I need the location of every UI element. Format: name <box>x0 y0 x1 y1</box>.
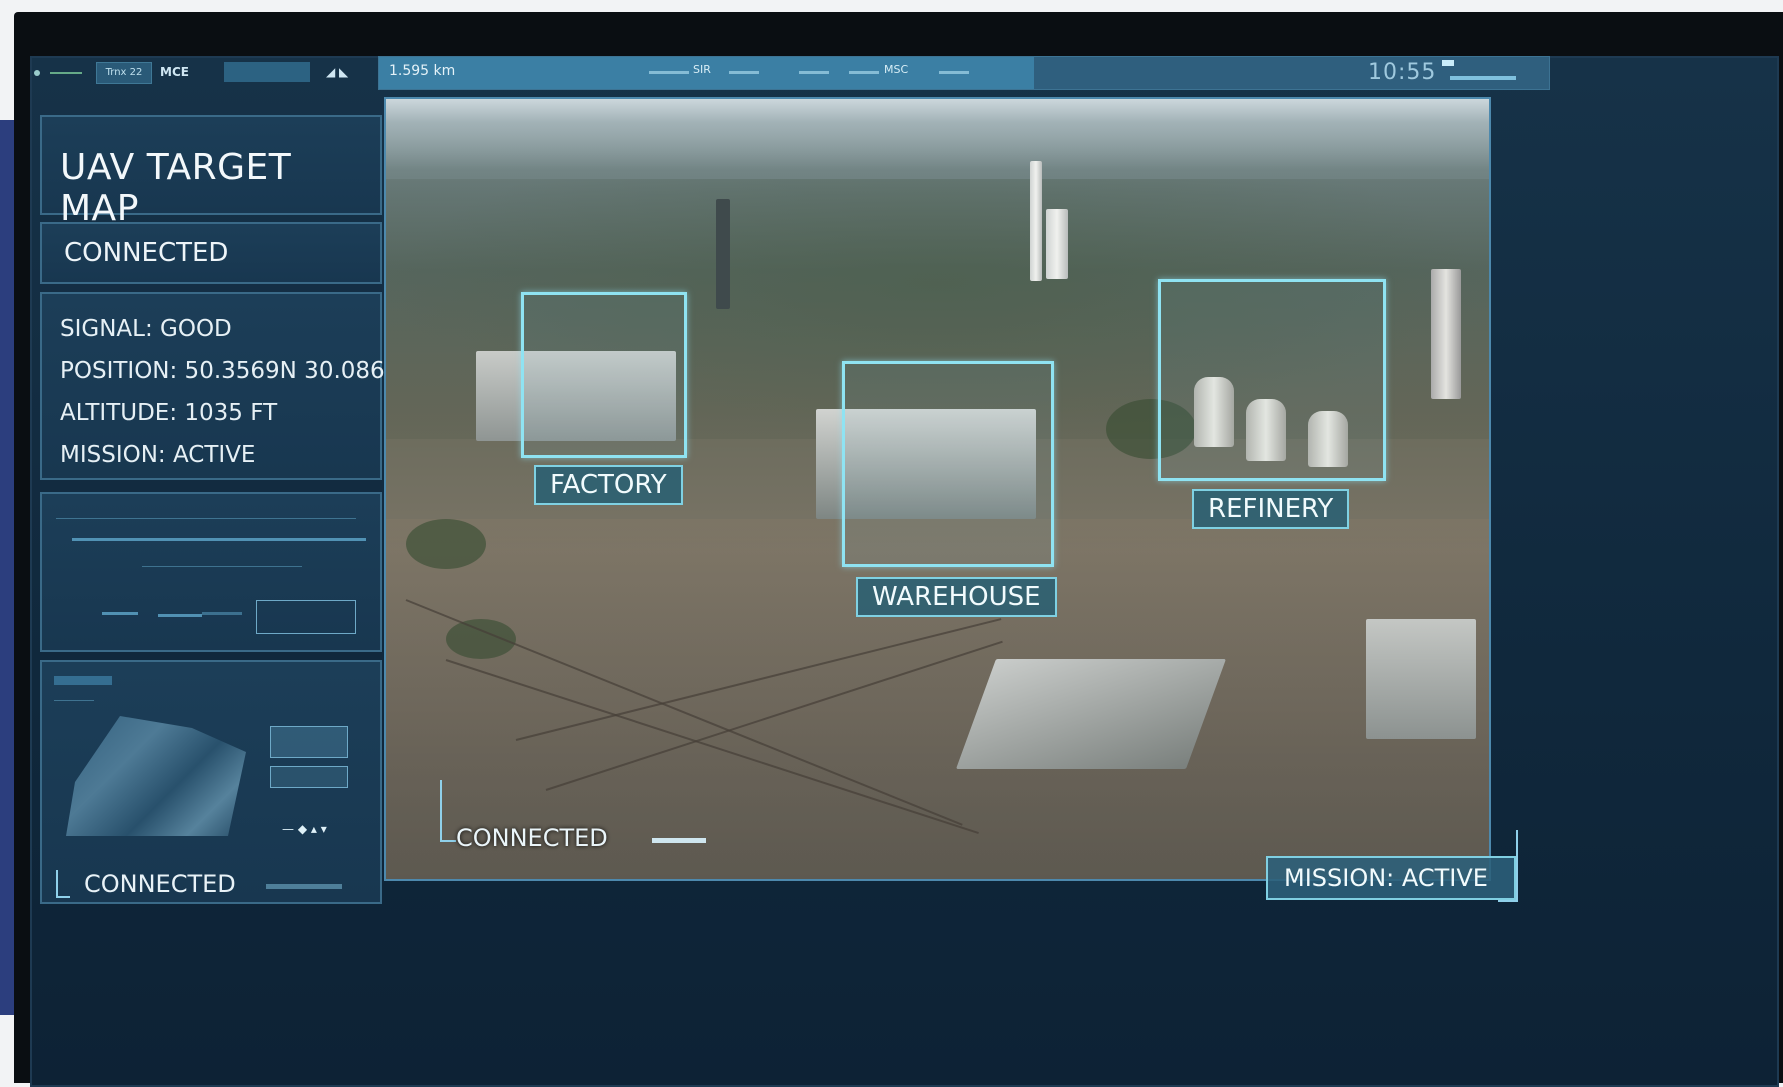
minimap-info-box[interactable] <box>270 766 348 788</box>
telemetry-panel: SIGNAL: GOOD POSITION: 50.3569N 30.0865E… <box>40 292 414 480</box>
terrain-minimap-panel: — ◆ ▴ ▾ <box>40 660 382 904</box>
clock: 10:55 <box>1368 60 1437 85</box>
mode-selector[interactable]: Trnx 22 <box>96 62 152 84</box>
sub-mode-button[interactable] <box>224 62 310 82</box>
signal-icon: ◢ ◣ <box>326 65 349 79</box>
battery-indicator <box>1442 60 1522 84</box>
signal-readout: SIGNAL: GOOD <box>60 316 232 342</box>
stack-tower <box>1431 269 1461 399</box>
target-label-factory[interactable]: FACTORY <box>534 465 683 505</box>
minimap-tool-icons[interactable]: — ◆ ▴ ▾ <box>282 822 327 836</box>
track-segment <box>939 71 969 74</box>
track-segment <box>649 71 689 74</box>
position-readout: POSITION: 50.3569N 30.0865E <box>60 358 414 384</box>
terrain-minimap[interactable] <box>66 716 246 836</box>
mission-readout: MISSION: ACTIVE <box>60 442 256 468</box>
page-title: UAV TARGET MAP <box>60 147 292 229</box>
battery-cap <box>1442 60 1454 66</box>
altitude-readout: ALTITUDE: 1035 FT <box>60 400 278 426</box>
distance-readout: 1.595 km <box>389 63 456 79</box>
segment-b-label: MSC <box>884 63 909 76</box>
mode-selector-label: Trnx 22 <box>105 67 143 78</box>
target-box-warehouse[interactable] <box>842 361 1054 567</box>
graph-bar <box>202 612 242 615</box>
minimap-guide <box>54 700 94 701</box>
tree-cluster <box>406 519 486 569</box>
title-panel: UAV TARGET MAP <box>40 115 382 229</box>
tower <box>1046 209 1068 279</box>
mode-label: MCE <box>160 65 189 79</box>
mission-status-badge: MISSION: ACTIVE <box>1266 856 1516 900</box>
bottom-status-bar <box>266 884 342 889</box>
top-status-bar: Trnx 22 MCE ◢ ◣ 1.595 km SIR MSC 10:55 <box>30 52 1730 92</box>
target-label-refinery[interactable]: REFINERY <box>1192 489 1350 529</box>
target-label-warehouse[interactable]: WAREHOUSE <box>856 577 1057 617</box>
segment-a-label: SIR <box>693 63 711 76</box>
connection-panel: CONNECTED <box>40 222 382 284</box>
mission-status-label: MISSION: ACTIVE <box>1284 864 1488 892</box>
corner-bracket-icon <box>56 870 70 898</box>
target-box-factory[interactable] <box>521 292 687 458</box>
track-segment <box>849 71 879 74</box>
target-box-refinery[interactable] <box>1158 279 1386 481</box>
feed-status-bar <box>652 838 706 843</box>
shed-building <box>955 659 1227 769</box>
tower-dark <box>716 199 730 309</box>
graph-axis <box>56 518 356 519</box>
chimney <box>1030 161 1042 281</box>
corner-bracket-icon <box>1498 830 1518 902</box>
graph-selection-box[interactable] <box>256 600 356 634</box>
feed-connection-status: CONNECTED <box>456 824 608 852</box>
minimap-info-box[interactable] <box>270 726 348 758</box>
graph-bar <box>158 614 202 617</box>
graph-panel <box>40 492 382 652</box>
corner-bracket-icon <box>440 780 456 842</box>
bottom-connection-status: CONNECTED <box>56 870 378 900</box>
minimap-header-bar <box>54 676 112 685</box>
battery-level <box>1450 76 1516 80</box>
graph-bar <box>102 612 138 615</box>
graph-guide <box>142 566 302 567</box>
graph-trace <box>72 538 366 541</box>
side-building <box>1366 619 1476 739</box>
track-segment <box>729 71 759 74</box>
connection-status: CONNECTED <box>64 238 229 268</box>
camera-feed[interactable]: FACTORY WAREHOUSE REFINERY <box>384 97 1491 881</box>
track-segment <box>799 71 829 74</box>
bottom-connection-label: CONNECTED <box>84 870 236 898</box>
menu-dots-icon[interactable] <box>30 62 90 82</box>
